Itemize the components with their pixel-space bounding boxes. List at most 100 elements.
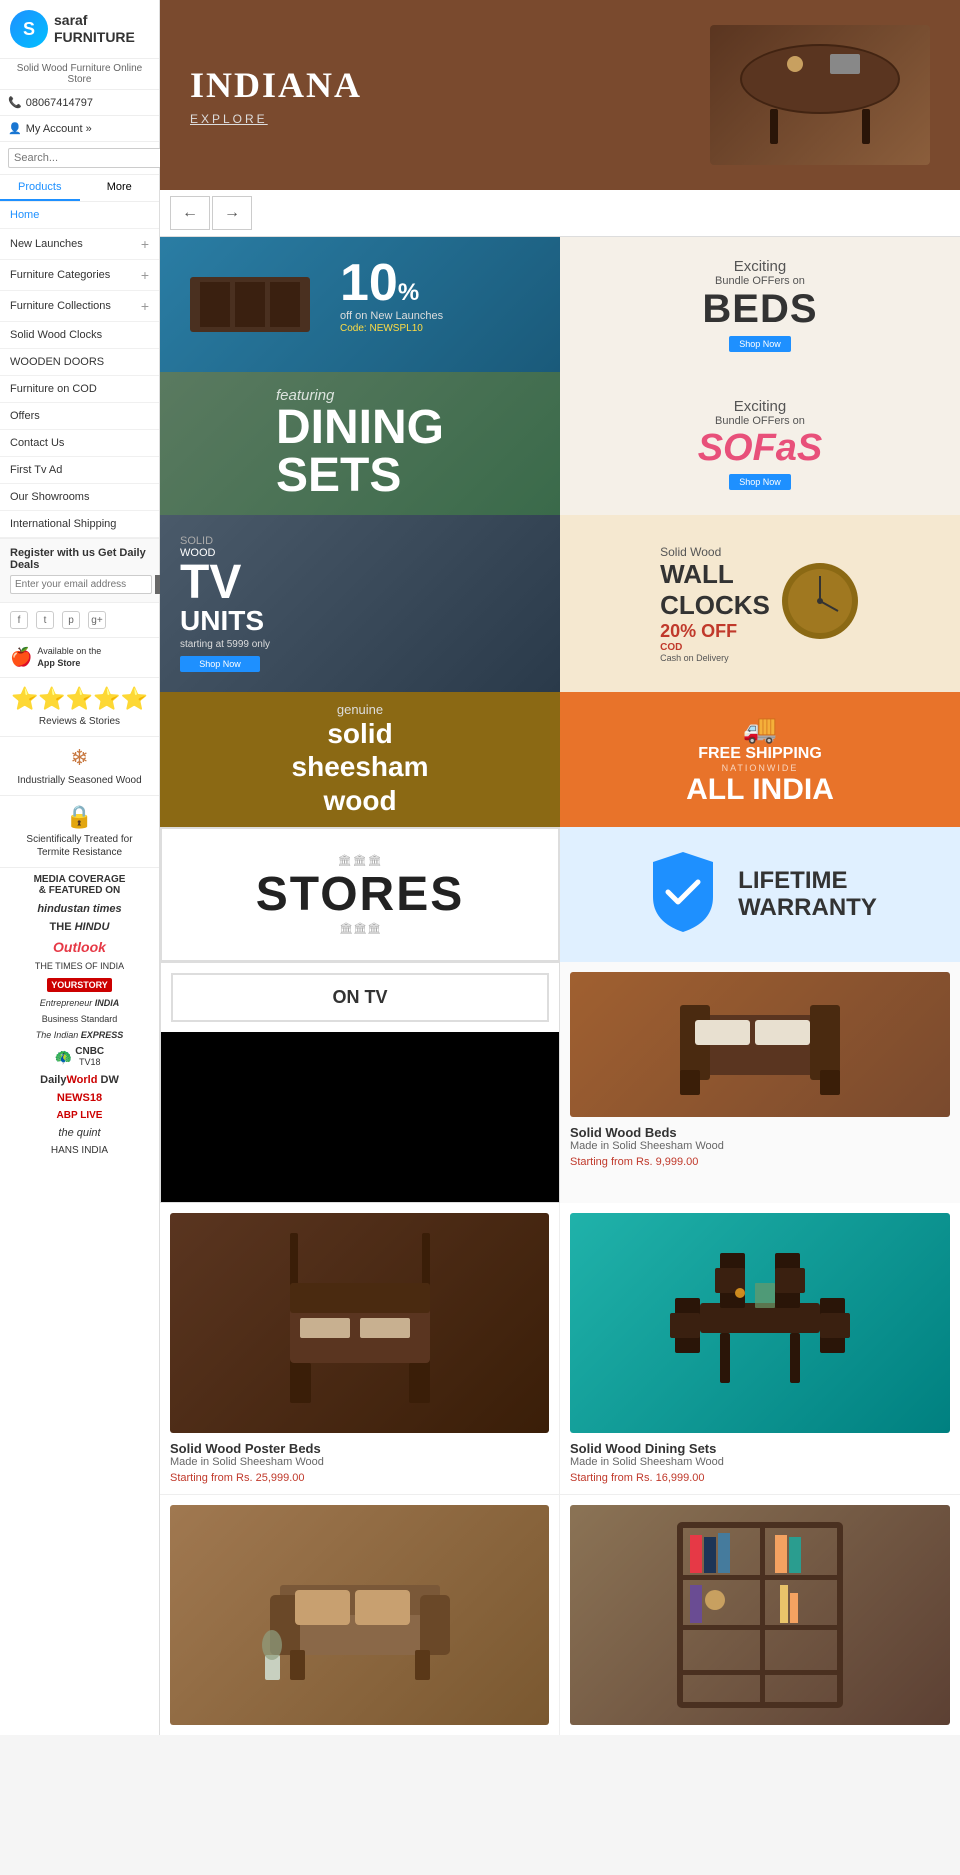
beds-product-name: Solid Wood Beds xyxy=(570,1125,950,1140)
tv-solid-label: SOLID xyxy=(180,535,540,547)
nav-furniture-on-cod[interactable]: Furniture on COD xyxy=(0,376,159,403)
times-of-india-logo: THE TIMES OF INDIA xyxy=(10,958,149,974)
brand-name: saraf FURNITURE xyxy=(54,12,149,46)
hero-prev-button[interactable]: ← xyxy=(170,196,210,230)
pinterest-icon[interactable]: p xyxy=(62,611,80,629)
discount-line1: off on New Launches xyxy=(340,309,443,323)
poster-beds-card: Solid Wood Poster Beds Made in Solid She… xyxy=(160,1203,560,1495)
ontv-video-player[interactable] xyxy=(161,1032,559,1202)
nav-first-tv-ad[interactable]: First Tv Ad xyxy=(0,457,159,484)
furniture-tv-image xyxy=(180,257,320,352)
ontv-panel: ON TV xyxy=(160,962,560,1203)
reviews-label: Reviews & Stories xyxy=(39,715,120,728)
logo-area: S saraf FURNITURE xyxy=(0,0,159,59)
social-links: f t p g+ xyxy=(0,603,159,638)
clocks-cash: Cash on Delivery xyxy=(660,653,770,663)
search-input[interactable] xyxy=(8,148,162,168)
promo-grid-row2: featuring DININGSETS Exciting Bundle OFF… xyxy=(160,372,960,515)
expand-icon: + xyxy=(141,267,149,283)
tv-price-label: starting at 5999 only xyxy=(180,639,540,650)
bottom-products-grid xyxy=(160,1495,960,1735)
beds-text: Exciting Bundle OFFers on BEDS Shop Now xyxy=(702,258,817,352)
poster-beds-material: Made in Solid Sheesham Wood xyxy=(170,1456,549,1468)
promo-grid-row3: SOLID WOOD TV UNITS starting at 5999 onl… xyxy=(160,515,960,692)
stores-decoration-top: 🏛🏛🏛 xyxy=(338,854,383,867)
nav-furniture-categories[interactable]: Furniture Categories + xyxy=(0,260,159,291)
feature-termite: 🔒 Scientifically Treated for Termite Res… xyxy=(0,796,159,868)
coffee-table-svg xyxy=(720,34,920,154)
tv-title: TV xyxy=(180,559,540,607)
shelves-image xyxy=(570,1505,950,1725)
email-field[interactable] xyxy=(10,575,152,594)
dining-sets-price: Starting from Rs. 16,999.00 xyxy=(570,1472,950,1484)
hindustan-times-logo: hindustan times xyxy=(10,900,149,918)
promo-sofas-bundle: Exciting Bundle OFFers on SOFaS Shop Now xyxy=(560,372,960,515)
twitter-icon[interactable]: t xyxy=(36,611,54,629)
promo-10percent: 10% off on New Launches Code: NEWSPL10 xyxy=(160,237,560,372)
nav-solid-wood-clocks[interactable]: Solid Wood Clocks xyxy=(0,322,159,349)
sheesham-title: solidsheeshamwood xyxy=(292,717,429,818)
warranty-title: LIFETIMEWARRANTY xyxy=(738,868,877,921)
peacock-icon: 🦚 xyxy=(55,1049,72,1066)
appstore-text: Available on the App Store xyxy=(37,646,101,669)
feature-reviews: ⭐⭐⭐⭐⭐ Reviews & Stories xyxy=(0,678,159,737)
indian-express-logo: The Indian EXPRESS xyxy=(10,1027,149,1043)
stores-decoration-bottom: 🏛🏛🏛 xyxy=(339,922,381,935)
lock-icon: 🔒 xyxy=(66,804,93,830)
beds-shop-button[interactable]: Shop Now xyxy=(729,336,791,352)
seasoned-wood-label: Industrially Seasoned Wood xyxy=(17,774,141,787)
dining-sets-material: Made in Solid Sheesham Wood xyxy=(570,1456,950,1468)
clocks-wall-title: WALLCLOCKS xyxy=(660,559,770,621)
dailyworld-logo: DailyWorld DW xyxy=(10,1071,149,1089)
hero-next-button[interactable]: → xyxy=(212,196,252,230)
nav-contact-us[interactable]: Contact Us xyxy=(0,430,159,457)
the-hindu-logo: THE HINDU xyxy=(10,918,149,936)
poster-beds-image xyxy=(170,1213,549,1433)
beds-title: BEDS xyxy=(702,287,817,332)
tab-more[interactable]: More xyxy=(80,175,160,201)
googleplus-icon[interactable]: g+ xyxy=(88,611,106,629)
media-title: MEDIA COVERAGE& FEATURED ON xyxy=(10,874,149,896)
nav-furniture-collections[interactable]: Furniture Collections + xyxy=(0,291,159,322)
outlook-logo: Outlook xyxy=(10,936,149,958)
nav-wooden-doors[interactable]: WOODEN DOORS xyxy=(0,349,159,376)
media-section: MEDIA COVERAGE& FEATURED ON hindustan ti… xyxy=(0,868,159,1165)
tab-products[interactable]: Products xyxy=(0,175,80,201)
nav-our-showrooms[interactable]: Our Showrooms xyxy=(0,484,159,511)
my-account-link[interactable]: 👤 My Account » xyxy=(0,116,159,142)
shelves-card xyxy=(560,1495,960,1735)
feature-seasoned-wood: ❄ Industrially Seasoned Wood xyxy=(0,737,159,796)
sofas-shop-button[interactable]: Shop Now xyxy=(729,474,791,490)
hero-product-image xyxy=(710,25,930,165)
nav-international-shipping[interactable]: International Shipping xyxy=(0,511,159,538)
ontv-header: ON TV xyxy=(171,973,549,1022)
news18-logo: NEWS18 xyxy=(10,1089,149,1107)
hero-explore-link[interactable]: EXPLORE xyxy=(190,112,710,126)
nav-home[interactable]: Home xyxy=(0,202,159,229)
cnbc-logo: 🦚 CNBCTV18 xyxy=(10,1043,149,1071)
products-grid: Solid Wood Poster Beds Made in Solid She… xyxy=(160,1203,960,1495)
apple-icon: 🍎 xyxy=(10,647,32,668)
nav-offers[interactable]: Offers xyxy=(0,403,159,430)
beds-product-material: Made in Solid Sheesham Wood xyxy=(570,1140,950,1152)
promo-stores: 🏛🏛🏛 STORES 🏛🏛🏛 xyxy=(160,827,560,962)
account-icon: 👤 xyxy=(8,122,22,135)
dining-small-label: featuring xyxy=(276,387,444,404)
facebook-icon[interactable]: f xyxy=(10,611,28,629)
appstore-section[interactable]: 🍎 Available on the App Store xyxy=(0,638,159,678)
nav-new-launches[interactable]: New Launches + xyxy=(0,229,159,260)
beds-product-image xyxy=(570,972,950,1117)
yourstory-logo: YOURSTORY xyxy=(10,974,149,995)
tv-units-title: UNITS xyxy=(180,607,540,635)
sofa-image xyxy=(170,1505,549,1725)
bundle-label: Bundle OFFers on xyxy=(702,275,817,287)
abp-logo: ABP LIVE xyxy=(10,1107,149,1124)
promo-dining-sets: featuring DININGSETS xyxy=(160,372,560,515)
reviews-icon: ⭐⭐⭐⭐⭐ xyxy=(11,686,148,712)
tv-shop-button[interactable]: Shop Now xyxy=(180,656,260,672)
sidebar-tabs: Products More xyxy=(0,175,159,202)
dining-sets-card: Solid Wood Dining Sets Made in Solid She… xyxy=(560,1203,960,1495)
hero-image-placeholder xyxy=(720,34,920,157)
business-standard-logo: Business Standard xyxy=(10,1011,149,1027)
promo-grid-row1: 10% off on New Launches Code: NEWSPL10 E… xyxy=(160,237,960,372)
